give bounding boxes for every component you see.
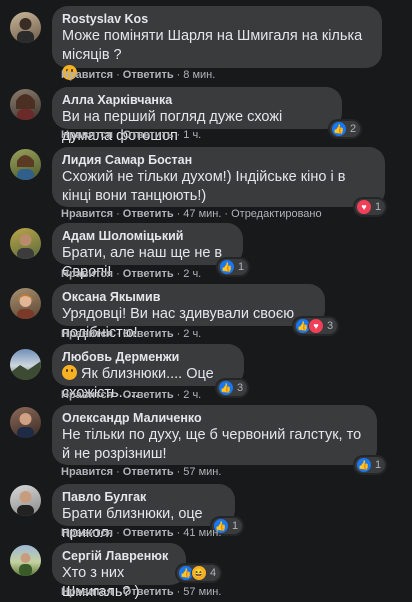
author-name[interactable]: Rostyslav Kos bbox=[62, 12, 372, 27]
reply-link[interactable]: Ответить bbox=[123, 69, 174, 81]
reply-link[interactable]: Ответить bbox=[123, 208, 174, 220]
comment-actions: Нравится · Ответить · 2 ч. bbox=[61, 268, 202, 280]
like-reaction-icon: 👍 bbox=[218, 380, 234, 396]
love-reaction-icon: ♥ bbox=[308, 318, 324, 334]
timestamp[interactable]: 57 мин. bbox=[183, 466, 221, 478]
timestamp[interactable]: 41 мин. bbox=[183, 527, 221, 539]
reaction-summary[interactable]: 👍 2 bbox=[330, 121, 361, 137]
reaction-summary[interactable]: 👍 1 bbox=[355, 457, 386, 473]
reaction-summary[interactable]: ♥ 1 bbox=[355, 199, 386, 215]
like-link[interactable]: Нравится bbox=[61, 466, 113, 478]
reply-link[interactable]: Ответить bbox=[123, 129, 174, 141]
reaction-count: 1 bbox=[238, 261, 245, 273]
timestamp[interactable]: 2 ч. bbox=[183, 268, 201, 280]
avatar[interactable] bbox=[10, 149, 41, 180]
reply-link[interactable]: Ответить bbox=[123, 586, 174, 598]
reaction-summary[interactable]: 👍 1 bbox=[218, 259, 249, 275]
like-link[interactable]: Нравится bbox=[61, 129, 113, 141]
comment-bubble: Алла Харківчанка Ви на перший погляд дуж… bbox=[52, 87, 342, 144]
comment-bubble: Олександр Маличенко Не тільки по духу, щ… bbox=[52, 405, 377, 465]
comment-text: Не тільки по духу, ще б червоний галстук… bbox=[62, 427, 362, 462]
love-reaction-icon: ♥ bbox=[356, 199, 372, 215]
astonished-emoji-icon bbox=[62, 365, 77, 380]
comment-actions: Нравится · Ответить · 2 ч. bbox=[61, 328, 202, 340]
author-name[interactable]: Лидия Самар Бостан bbox=[62, 153, 375, 168]
timestamp[interactable]: 1 ч. bbox=[183, 129, 201, 141]
avatar[interactable] bbox=[10, 407, 41, 438]
reply-link[interactable]: Ответить bbox=[123, 268, 174, 280]
comment-actions: Нравится · Ответить · 57 мин. bbox=[61, 586, 222, 598]
comment-bubble: Павло Булгак Брати близнюки, оце прикол. bbox=[52, 484, 235, 541]
like-link[interactable]: Нравится bbox=[61, 586, 113, 598]
reaction-count: 4 bbox=[210, 567, 217, 579]
avatar[interactable] bbox=[10, 288, 41, 319]
timestamp[interactable]: 57 мин. bbox=[183, 586, 221, 598]
haha-reaction-icon: 😆 bbox=[191, 565, 207, 581]
like-link[interactable]: Нравится bbox=[61, 328, 113, 340]
author-name[interactable]: Адам Шоломіцький bbox=[62, 229, 233, 244]
like-link[interactable]: Нравится bbox=[61, 268, 113, 280]
comment-text: Схожий не тільки духом!) Індійське кіно … bbox=[62, 169, 346, 204]
author-name[interactable]: Оксана Якымив bbox=[62, 290, 315, 305]
reaction-count: 1 bbox=[375, 459, 382, 471]
timestamp[interactable]: 8 мин. bbox=[183, 69, 215, 81]
like-reaction-icon: 👍 bbox=[331, 121, 347, 137]
like-reaction-icon: 👍 bbox=[219, 259, 235, 275]
timestamp[interactable]: 47 мин. bbox=[183, 208, 221, 220]
author-name[interactable]: Олександр Маличенко bbox=[62, 411, 367, 426]
avatar[interactable] bbox=[10, 89, 41, 120]
reply-link[interactable]: Ответить bbox=[123, 389, 174, 401]
edited-label: Отредактировано bbox=[231, 208, 322, 220]
comment-bubble: Rostyslav Kos Може поміняти Шарля на Шми… bbox=[52, 6, 382, 80]
reaction-count: 2 bbox=[350, 123, 357, 135]
like-link[interactable]: Нравится bbox=[61, 389, 113, 401]
comment-bubble: Лидия Самар Бостан Схожий не тільки духо… bbox=[52, 147, 385, 207]
comment-actions: Нравится · Ответить · 1 ч. bbox=[61, 129, 202, 141]
comment-actions: Нравится · Ответить · 8 мин. bbox=[61, 69, 216, 81]
comment-actions: Нравится · Ответить · 2 ч. bbox=[61, 389, 202, 401]
reaction-count: 3 bbox=[327, 320, 334, 332]
comment-bubble: Оксана Якымив Урядовці! Ви нас здивували… bbox=[52, 284, 325, 341]
comment-bubble: Сергій Лавренюк Хто з них Шмигаль? ) bbox=[52, 543, 186, 600]
author-name[interactable]: Любовь Дерменжи bbox=[62, 350, 234, 365]
comment-actions: Нравится · Ответить · 57 мин. bbox=[61, 466, 222, 478]
timestamp[interactable]: 2 ч. bbox=[183, 328, 201, 340]
reply-link[interactable]: Ответить bbox=[123, 328, 174, 340]
reaction-count: 1 bbox=[375, 201, 382, 213]
author-name[interactable]: Алла Харківчанка bbox=[62, 93, 332, 108]
avatar[interactable] bbox=[10, 12, 41, 43]
reply-link[interactable]: Ответить bbox=[123, 527, 174, 539]
reaction-summary[interactable]: 👍 ♥ 3 bbox=[294, 318, 338, 334]
timestamp[interactable]: 2 ч. bbox=[183, 389, 201, 401]
author-name[interactable]: Павло Булгак bbox=[62, 490, 225, 505]
like-link[interactable]: Нравится bbox=[61, 208, 113, 220]
comment-actions: Нравится · Ответить · 47 мин. · Отредактирован… bbox=[61, 208, 322, 220]
reply-link[interactable]: Ответить bbox=[123, 466, 174, 478]
like-reaction-icon: 👍 bbox=[356, 457, 372, 473]
like-link[interactable]: Нравится bbox=[61, 69, 113, 81]
avatar[interactable] bbox=[10, 485, 41, 516]
comment-bubble: Адам Шоломіцький Брати, але наш ще не в … bbox=[52, 223, 243, 280]
reaction-summary[interactable]: 👍 3 bbox=[217, 380, 248, 396]
comment-actions: Нравится · Ответить · 41 мин. bbox=[61, 527, 222, 539]
reaction-count: 1 bbox=[232, 520, 239, 532]
like-link[interactable]: Нравится bbox=[61, 527, 113, 539]
avatar[interactable] bbox=[10, 545, 41, 576]
avatar[interactable] bbox=[10, 228, 41, 259]
avatar[interactable] bbox=[10, 349, 41, 380]
comment-bubble: Любовь Дерменжи Як близнюки.... Оце схож… bbox=[52, 344, 244, 401]
reaction-summary[interactable]: 👍 😆 4 bbox=[177, 565, 221, 581]
author-name[interactable]: Сергій Лавренюк bbox=[62, 549, 176, 564]
reaction-count: 3 bbox=[237, 382, 244, 394]
